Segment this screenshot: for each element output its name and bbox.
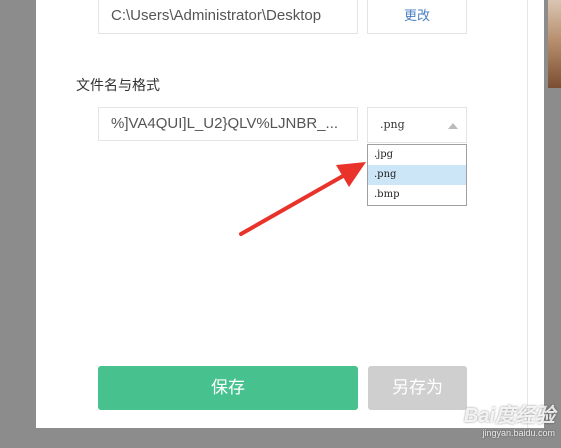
save-button[interactable]: 保存 xyxy=(98,366,358,410)
save-as-button[interactable]: 另存为 xyxy=(368,366,467,410)
watermark-brand: Bai度经验 xyxy=(463,405,555,427)
watermark-url: jingyan.baidu.com xyxy=(482,428,555,438)
baidu-watermark: Bai度经验 jingyan.baidu.com xyxy=(464,399,555,438)
